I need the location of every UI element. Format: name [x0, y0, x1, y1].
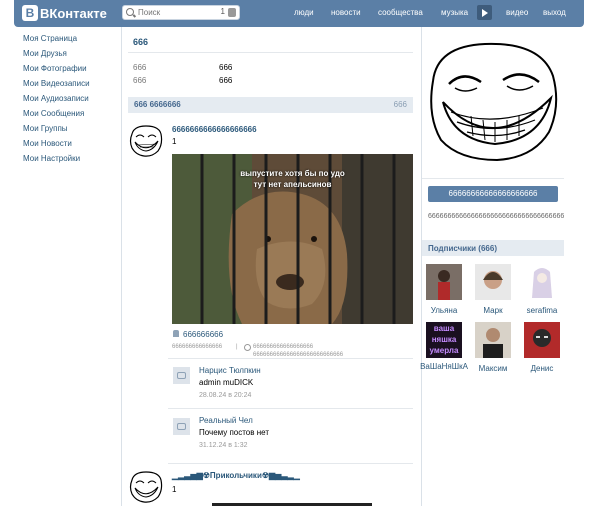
play-icon[interactable]	[477, 5, 492, 20]
nav-people[interactable]: люди	[294, 8, 314, 17]
nav-news[interactable]: новости	[331, 8, 361, 17]
subscriber-name: Денис	[530, 364, 554, 373]
info-value[interactable]: 666	[219, 76, 232, 85]
vk-logo[interactable]: В ВКонтакте	[22, 4, 107, 22]
menu-my-audio[interactable]: Мои Аудиозаписи	[23, 94, 90, 109]
post-author-avatar[interactable]	[128, 124, 164, 158]
menu-my-page[interactable]: Моя Страница	[23, 34, 90, 49]
menu-my-groups[interactable]: Мои Группы	[23, 124, 90, 139]
subscriber[interactable]: Максим	[469, 322, 517, 373]
left-menu: Моя Страница Мои Друзья Мои Фотографии М…	[23, 34, 90, 169]
post-photo[interactable]: выпустите хотя бы по удо тут нет апельси…	[172, 154, 413, 324]
action-button[interactable]: 66666666666666666666	[428, 186, 558, 202]
info-label: 666	[133, 76, 147, 85]
subscriber-name: serafima	[526, 306, 558, 315]
camera-icon[interactable]	[173, 367, 190, 384]
post-author[interactable]: 6666666666666666666	[172, 125, 257, 134]
subscriber-name: Ульяна	[430, 306, 458, 315]
subscriber-photo	[524, 264, 560, 300]
photo-text: умерла	[429, 346, 459, 355]
photo-text: ваша	[433, 324, 455, 333]
nav-video[interactable]: видео	[506, 8, 528, 17]
search-box[interactable]: 1	[122, 5, 240, 20]
search-icon	[126, 8, 134, 16]
subscriber[interactable]: serafima	[518, 264, 566, 315]
subscriber[interactable]: Ульяна	[420, 264, 468, 315]
subscriber-name: Максим	[478, 364, 508, 373]
comment-date[interactable]: 28.08.24 в 20:24	[199, 392, 251, 399]
subscriber[interactable]: Денис	[518, 322, 566, 373]
comment-author[interactable]: Реальный Чел	[199, 416, 253, 425]
logo-text: ВКонтакте	[40, 5, 107, 21]
camera-icon[interactable]	[173, 418, 190, 435]
post-author[interactable]: ▁▂▃▅▆☢Прикольчики☢▆▅▃▂▁	[172, 471, 300, 480]
photo-caption-line1: выпустите хотя бы по удо	[240, 169, 345, 178]
subscriber-name: Марк	[483, 306, 503, 315]
post-link[interactable]: 666666666666666666	[253, 344, 313, 350]
person-icon	[173, 330, 179, 337]
subscriber-name: ВаШаНяШкА	[420, 362, 468, 371]
wall-title: 666 6666666	[134, 100, 181, 109]
subscriber[interactable]: Марк	[469, 264, 517, 315]
comment-text: admin muDICK	[199, 378, 254, 387]
divider	[128, 52, 413, 53]
post-text: 1	[172, 137, 177, 146]
top-header: ВВКонтакте 1 люди новости сообщества муз…	[0, 0, 604, 27]
search-user-count: 1	[220, 7, 225, 16]
post-text: 1	[172, 485, 177, 494]
subscribers-header[interactable]: Подписчики (666)	[422, 240, 564, 256]
comment-date[interactable]: 31.12.24 в 1:32	[199, 442, 247, 449]
photo-caption-line2: тут нет апельсинов	[253, 180, 332, 189]
post-author-avatar[interactable]	[128, 470, 164, 504]
comment-author[interactable]: Нарцис Тюлпкин	[199, 366, 261, 375]
comment-text: Почему постов нет	[199, 428, 269, 437]
nav-music[interactable]: музыка	[441, 8, 468, 17]
wall-header[interactable]: 666 6666666 666	[128, 97, 413, 113]
info-value[interactable]: 666	[219, 63, 232, 72]
menu-my-friends[interactable]: Мои Друзья	[23, 49, 90, 64]
post-likes[interactable]: 666666666	[183, 330, 223, 339]
profile-avatar[interactable]	[423, 36, 564, 164]
menu-my-news[interactable]: Мои Новости	[23, 139, 90, 154]
info-label: 666	[133, 63, 147, 72]
photo-text: няшка	[431, 335, 457, 344]
subscriber-photo	[426, 264, 462, 300]
divider	[422, 178, 564, 179]
nav-communities[interactable]: сообщества	[378, 8, 423, 17]
subscriber-photo	[524, 322, 560, 358]
repost-icon	[244, 344, 251, 351]
status-text: 6666666666666666666666666666666666666666…	[428, 213, 564, 220]
subscribers-title: Подписчики (666)	[428, 244, 497, 253]
vk-logo-icon: В	[22, 5, 38, 21]
wall-count: 666	[393, 100, 407, 109]
divider	[168, 463, 413, 464]
subscriber-photo	[475, 264, 511, 300]
user-icon	[228, 8, 236, 17]
menu-my-videos[interactable]: Мои Видеозаписи	[23, 79, 90, 94]
profile-name: 666	[133, 37, 149, 47]
nav-logout[interactable]: выход	[543, 8, 566, 17]
menu-my-photos[interactable]: Мои Фотографии	[23, 64, 90, 79]
subscriber-photo	[475, 322, 511, 358]
post-date[interactable]: 666666666666666	[172, 344, 222, 350]
search-input[interactable]	[138, 7, 218, 18]
meta-separator: |	[236, 344, 238, 350]
subscriber-photo: ваша няшка умерла	[426, 322, 462, 358]
menu-my-settings[interactable]: Мои Настройки	[23, 154, 90, 169]
menu-my-messages[interactable]: Мои Сообщения	[23, 109, 90, 124]
subscriber[interactable]: ваша няшка умерла ВаШаНяШкА	[420, 322, 468, 371]
